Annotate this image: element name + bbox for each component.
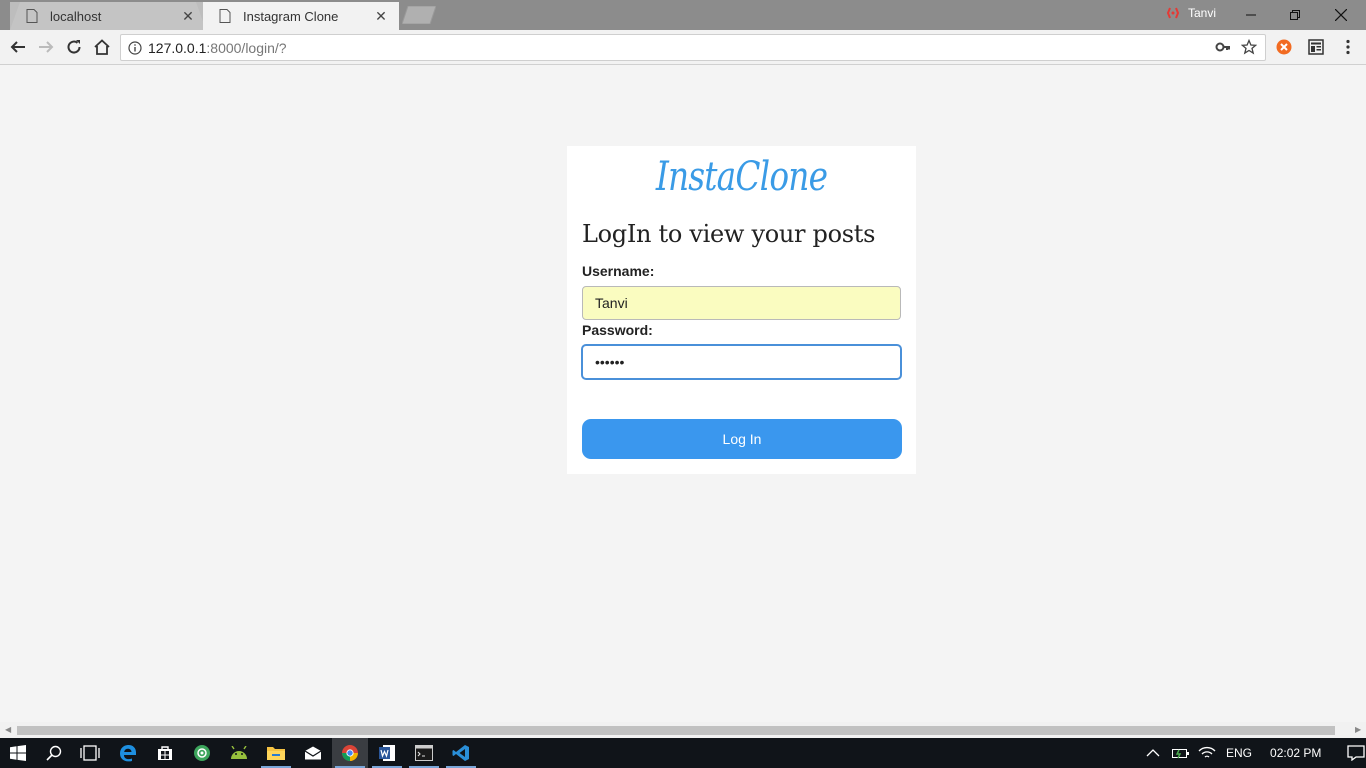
username-label: Username: [582, 263, 655, 279]
info-icon[interactable] [128, 40, 142, 55]
mail-icon [304, 746, 322, 760]
url-path: :8000/login/? [206, 39, 287, 56]
taskbar-command-prompt[interactable] [406, 738, 442, 768]
word-icon [379, 745, 395, 761]
password-label: Password: [582, 322, 653, 338]
browser-toolbar: 127.0.0.1:8000/login/? [0, 30, 1366, 65]
new-tab-button[interactable] [402, 6, 436, 24]
scroll-right-icon[interactable]: ▶ [1355, 726, 1363, 734]
close-tab-icon[interactable]: ✕ [373, 8, 389, 24]
more-vertical-icon [1346, 39, 1350, 55]
wifi-icon[interactable] [1198, 746, 1216, 760]
tab-title: localhost [50, 8, 102, 24]
arrow-right-icon [39, 41, 54, 53]
close-icon [1335, 9, 1347, 21]
reload-icon [67, 40, 81, 54]
search-icon [46, 745, 62, 761]
system-tray: ENG 02:02 PM [1146, 738, 1366, 768]
taskbar-android-studio[interactable] [221, 738, 257, 768]
close-tab-icon[interactable]: ✕ [180, 8, 196, 24]
task-view-icon [80, 745, 100, 761]
brand-logo: InstaClone [655, 154, 828, 200]
notifications-icon[interactable] [1347, 745, 1366, 761]
taskbar-mail[interactable] [295, 738, 331, 768]
extension-button[interactable] [1274, 37, 1294, 57]
minimize-icon [1246, 14, 1256, 16]
page-title: LogIn to view your posts [582, 220, 876, 248]
tab-instagram-clone[interactable]: Instagram Clone ✕ [203, 2, 399, 30]
vscode-icon [452, 745, 469, 761]
clock[interactable]: 02:02 PM [1270, 746, 1321, 760]
windows-icon [10, 745, 26, 761]
app-green-icon [194, 745, 210, 761]
url-text: 127.0.0.1:8000/login/? [148, 40, 287, 56]
tab-localhost[interactable]: localhost ✕ [10, 2, 206, 30]
star-icon[interactable] [1241, 39, 1257, 55]
reader-icon [1308, 39, 1324, 55]
url-host: 127.0.0.1 [148, 39, 207, 56]
search-button[interactable] [36, 738, 72, 768]
password-input[interactable] [582, 345, 901, 379]
login-button[interactable]: Log In [582, 419, 902, 459]
scrollbar-thumb[interactable] [17, 726, 1335, 735]
taskbar-store[interactable] [147, 738, 183, 768]
reload-button[interactable] [62, 35, 86, 59]
back-button[interactable] [6, 35, 30, 59]
username-input[interactable] [582, 286, 901, 320]
login-card: InstaClone LogIn to view your posts User… [567, 146, 916, 474]
taskbar-app-green[interactable] [184, 738, 220, 768]
terminal-icon [415, 745, 433, 761]
store-icon [158, 746, 172, 760]
taskbar-vscode[interactable] [443, 738, 479, 768]
home-icon [94, 39, 110, 55]
task-view-button[interactable] [72, 738, 108, 768]
extension-icon [1276, 39, 1292, 55]
chevron-up-icon[interactable] [1146, 748, 1160, 758]
android-icon [231, 746, 247, 759]
taskbar-file-explorer[interactable] [258, 738, 294, 768]
page-icon [219, 9, 231, 23]
restore-button[interactable] [1272, 0, 1318, 30]
scroll-left-icon[interactable]: ◀ [5, 726, 13, 734]
reader-button[interactable] [1306, 37, 1326, 57]
taskbar-edge[interactable] [110, 738, 146, 768]
incognito-profile-icon [1166, 7, 1180, 19]
start-button[interactable] [0, 738, 36, 768]
language-indicator[interactable]: ENG [1226, 746, 1252, 760]
menu-button[interactable] [1338, 37, 1358, 57]
horizontal-scrollbar[interactable]: ◀ ▶ [0, 722, 1366, 738]
page-viewport: InstaClone LogIn to view your posts User… [0, 66, 1366, 722]
taskbar-word[interactable] [369, 738, 405, 768]
tab-title: Instagram Clone [243, 8, 339, 24]
forward-button[interactable] [34, 35, 58, 59]
taskbar-chrome[interactable] [332, 738, 368, 768]
profile-button[interactable]: Tanvi [1166, 6, 1216, 20]
address-bar[interactable]: 127.0.0.1:8000/login/? [120, 34, 1266, 61]
edge-icon [120, 745, 136, 762]
profile-name: Tanvi [1188, 6, 1217, 20]
restore-icon [1290, 10, 1300, 20]
close-window-button[interactable] [1318, 0, 1364, 30]
folder-icon [267, 747, 285, 760]
home-button[interactable] [90, 35, 114, 59]
minimize-button[interactable] [1228, 0, 1274, 30]
battery-icon[interactable] [1172, 746, 1190, 760]
browser-tabstrip: localhost ✕ Instagram Clone ✕ Tanvi [0, 0, 1366, 30]
chrome-icon [342, 745, 358, 761]
key-icon[interactable] [1215, 39, 1231, 55]
taskbar: ENG 02:02 PM [0, 738, 1366, 768]
arrow-left-icon [10, 41, 25, 53]
page-icon [26, 9, 38, 23]
